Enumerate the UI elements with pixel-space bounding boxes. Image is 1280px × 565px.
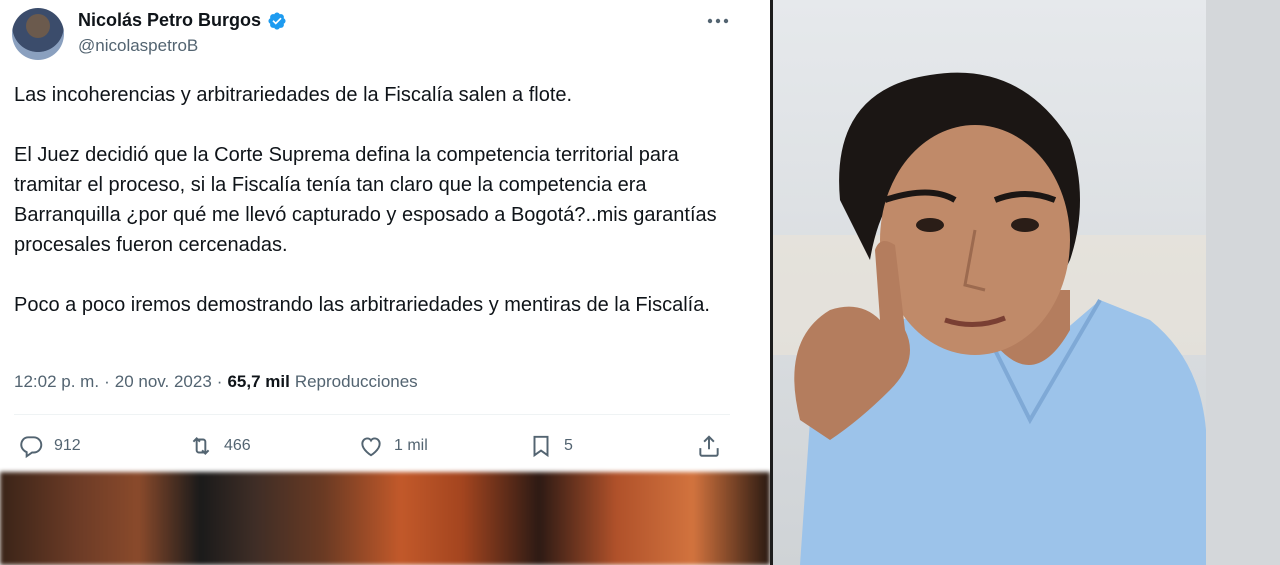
author-handle[interactable]: @nicolaspetroB [78, 36, 198, 56]
views-count: 65,7 mil [227, 372, 290, 391]
tweet-meta: 12:02 p. m. · 20 nov. 2023 · 65,7 mil Re… [14, 372, 418, 392]
tweet-date[interactable]: 20 nov. 2023 [115, 372, 212, 392]
views-label: Reproducciones [294, 372, 418, 391]
more-icon [707, 18, 729, 24]
share-button[interactable] [696, 430, 722, 462]
more-button[interactable] [704, 10, 732, 32]
meta-separator: · [216, 372, 223, 391]
tweet-text: Las incoherencias y arbitrariedades de l… [14, 80, 734, 350]
share-icon [699, 435, 719, 457]
bookmark-button[interactable]: 5 [528, 430, 573, 462]
tweet-paragraph: Las incoherencias y arbitrariedades de l… [14, 84, 573, 106]
verified-badge-icon [268, 11, 286, 30]
author-row: Nicolás Petro Burgos [78, 10, 287, 31]
blurred-image-strip [0, 472, 770, 565]
avatar[interactable] [12, 8, 64, 60]
author-name[interactable]: Nicolás Petro Burgos [78, 10, 261, 31]
right-background-panel [1206, 0, 1280, 565]
tweet-paragraph: Poco a poco iremos demostrando las arbit… [14, 294, 710, 316]
man-portrait-illustration [770, 0, 1206, 565]
like-count: 1 mil [394, 437, 428, 454]
video-still-photo [770, 0, 1206, 565]
reply-icon [20, 436, 43, 459]
repost-count: 466 [224, 437, 251, 454]
heart-icon [361, 437, 381, 457]
tweet-card: Nicolás Petro Burgos @nicolaspetroB Las … [0, 0, 770, 472]
image-separator [770, 0, 773, 565]
repost-icon [192, 437, 210, 455]
meta-separator: · [104, 372, 110, 391]
tweet-paragraph: El Juez decidió que la Corte Suprema def… [14, 144, 717, 256]
tweet-time[interactable]: 12:02 p. m. [14, 372, 99, 392]
bookmark-count: 5 [564, 437, 573, 454]
like-button[interactable]: 1 mil [358, 430, 428, 462]
repost-button[interactable]: 466 [188, 430, 251, 462]
reply-count: 912 [54, 437, 81, 454]
bookmark-icon [533, 435, 549, 458]
divider [14, 414, 730, 415]
action-bar: 912 466 1 mil 5 [18, 430, 734, 462]
reply-button[interactable]: 912 [18, 430, 81, 462]
